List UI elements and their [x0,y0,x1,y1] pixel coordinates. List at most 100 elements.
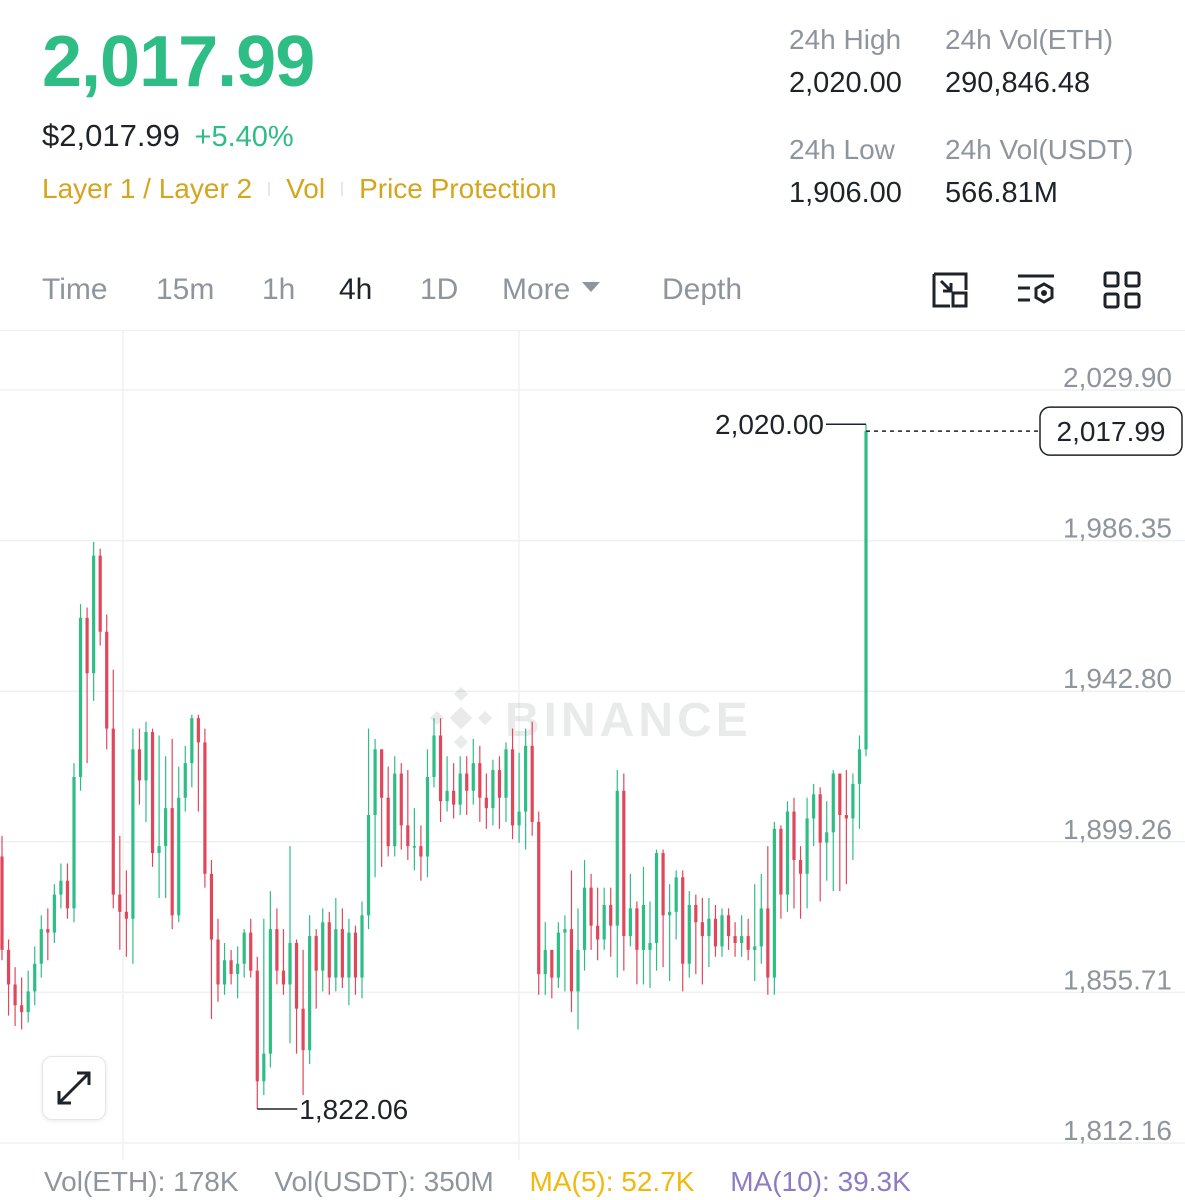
candle-body [615,790,619,926]
candle-body [177,797,181,916]
candle-body [510,749,515,826]
y-tick-label: 1,986.35 [1063,513,1172,544]
candle-body [792,811,796,860]
candle-body [196,718,200,743]
candle-body [340,929,344,978]
candle-body [484,797,488,809]
candle-body [347,932,351,978]
usd-price-row: $2,017.99 +5.40% [42,118,294,155]
candle-body [131,749,135,919]
vol-usdt-label: 24h Vol(USDT) [945,134,1134,165]
tag-price-protection[interactable]: Price Protection [359,172,557,206]
candle-body [105,631,109,729]
candle-body [707,918,711,937]
tab-4h[interactable]: 4h [339,270,372,310]
candle-body [275,929,279,971]
candle-body [844,815,848,819]
candles-layer [0,424,868,1109]
candle-body [308,936,312,1051]
y-tick-label: 1,899.26 [1063,814,1172,845]
candle-body [360,915,364,978]
candle-body [445,790,449,802]
candle-body [229,960,233,975]
candle-body [733,936,737,943]
ma10-value: MA(10): 39.3K [730,1166,911,1197]
candle-body [85,617,89,674]
candle-body [111,728,115,895]
chart-settings-icon[interactable] [1014,268,1058,312]
candle-body [366,815,371,916]
candlestick-chart[interactable]: BINANCE 2,029.90 1,986.35 1,942.80 1,899.26… [0,331,1185,1162]
tag-layer[interactable]: Layer 1 / Layer 2 [42,172,252,206]
candle-body [798,859,803,874]
candle-body [818,794,822,843]
candle-body [864,431,868,750]
candle-body [412,846,416,848]
candle-body [524,745,528,812]
tab-time[interactable]: Time [42,270,108,310]
candle-body [550,949,554,978]
candle-body [556,932,560,978]
candle-body [314,936,318,971]
candle-body [386,797,390,847]
candle-body [648,942,652,950]
last-price: 2,017.99 [42,22,315,102]
candle-body [380,749,384,798]
candle-body [700,922,704,937]
candle-body [164,808,168,847]
tag-divider [268,182,271,196]
candle-body [602,904,606,940]
candle-body [52,894,56,933]
candle-body [687,904,691,964]
candle-body [301,1008,305,1051]
tab-more[interactable]: More [502,270,601,310]
vol-eth: Vol(ETH): 178K [44,1166,239,1197]
price-markers: 2,020.00 1,822.06 2,017.99 [257,406,1183,1125]
candle-body [661,853,665,916]
candle-body [150,732,155,854]
candle-body [20,1005,24,1013]
candle-body [432,735,436,777]
vol-usdt: Vol(USDT): 350M [274,1166,494,1197]
tab-depth[interactable]: Depth [662,270,742,310]
candle-body [635,908,639,950]
candle-body [98,555,102,632]
candle-body [92,555,96,674]
interval-tabs: Time 15m 1h 4h 1D More Depth [0,262,1185,322]
caret-down-icon [582,282,601,293]
candle-body [399,773,403,826]
candle-body [831,773,835,833]
ma5-value: MA(5): 52.7K [529,1166,695,1197]
candle-body [78,617,83,777]
candle-body [766,908,770,978]
price-axis: 2,029.90 1,986.35 1,942.80 1,899.26 1,855.71… [1063,362,1172,1146]
tag-vol[interactable]: Vol [286,172,325,206]
fullscreen-button[interactable] [42,1056,106,1120]
chart-mode-icon[interactable] [928,268,972,312]
tab-1d[interactable]: 1D [420,270,458,310]
candle-body [589,887,593,926]
candle-body [183,763,187,798]
candle-body [694,904,698,923]
candle-body [452,790,456,805]
candle-body [576,949,580,992]
y-tick-label: 2,029.90 [1063,362,1172,393]
low-marker-label: 1,822.06 [299,1094,408,1125]
candle-body [203,742,207,874]
candle-body [124,911,128,919]
tab-more-label: More [502,273,571,306]
candle-body [118,894,122,912]
tab-1h[interactable]: 1h [262,270,295,310]
candle-body [59,880,63,895]
candle-body [668,911,672,916]
candle-body [242,932,246,964]
usd-price: $2,017.99 [42,118,180,153]
candle-body [654,853,659,943]
candle-body [471,763,475,791]
candle-body [406,825,410,847]
watermark-text: BINANCE [505,694,752,747]
candle-body [334,929,338,978]
layout-grid-icon[interactable] [1100,268,1144,312]
candle-body [609,904,613,926]
tab-15m[interactable]: 15m [156,270,214,310]
